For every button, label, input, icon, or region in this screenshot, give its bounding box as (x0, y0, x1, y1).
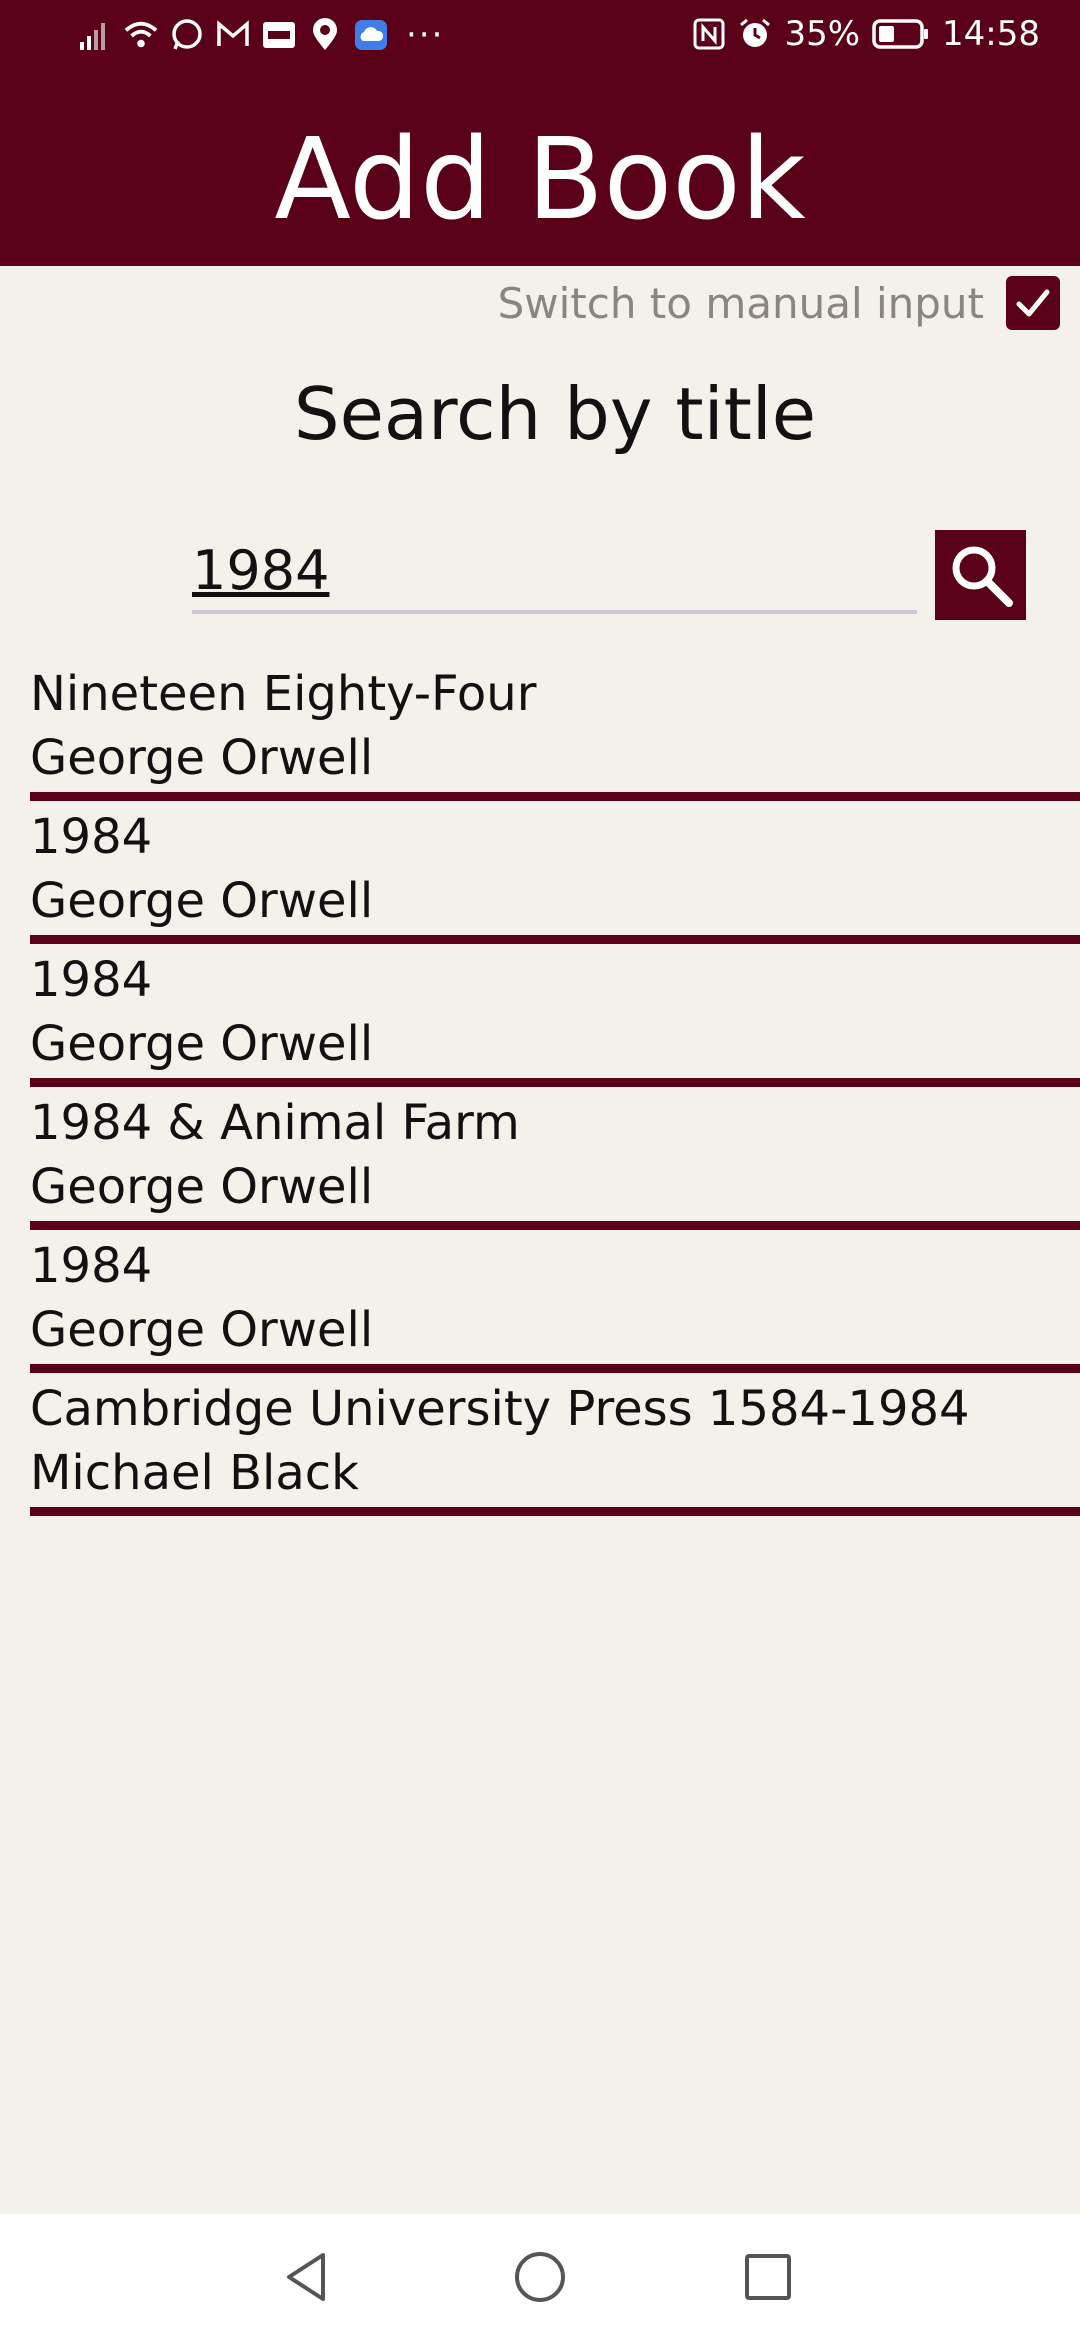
back-triangle-icon (287, 2253, 325, 2301)
result-author: George Orwell (30, 873, 374, 929)
recents-square-icon (745, 2254, 791, 2300)
system-nav-bar (0, 2214, 1080, 2340)
search-results-list: Nineteen Eighty-Four George Orwell 1984 … (30, 662, 1080, 1520)
result-title: 1984 & Animal Farm (30, 1095, 520, 1151)
wifi-icon (124, 18, 158, 52)
result-title: Cambridge University Press 1584-1984 (30, 1381, 970, 1437)
search-icon (952, 546, 1013, 607)
result-item[interactable]: 1984 George Orwell (30, 948, 1080, 1087)
result-author: Michael Black (30, 1445, 359, 1501)
result-title: Nineteen Eighty-Four (30, 666, 537, 722)
search-section-title: Search by title (293, 372, 817, 456)
recents-button[interactable] (733, 2242, 803, 2312)
location-icon (308, 18, 342, 52)
status-bar: ··· 35% 14:58 (0, 0, 1080, 76)
result-title: 1984 (30, 1238, 153, 1294)
back-button[interactable] (272, 2242, 342, 2312)
search-input[interactable] (192, 530, 917, 614)
gmail-icon (216, 18, 250, 52)
status-left: ··· (78, 18, 444, 52)
result-title: 1984 (30, 809, 153, 865)
result-author: George Orwell (30, 1302, 374, 1358)
result-author: George Orwell (30, 1159, 374, 1215)
nfc-icon (692, 17, 726, 51)
mal-icon (262, 18, 296, 52)
home-button[interactable] (505, 2242, 575, 2312)
result-author: George Orwell (30, 1016, 374, 1072)
signal-icon (78, 18, 112, 52)
app-bar: ··· 35% 14:58 Add Book (0, 0, 1080, 266)
home-circle-icon (515, 2252, 565, 2302)
result-item[interactable]: Cambridge University Press 1584-1984 Mic… (30, 1377, 1080, 1516)
result-author: George Orwell (30, 730, 374, 786)
clock: 14:58 (942, 14, 1040, 54)
more-notifications-icon: ··· (406, 15, 445, 55)
result-item[interactable]: 1984 & Animal Farm George Orwell (30, 1091, 1080, 1230)
checkmark-icon (1016, 289, 1050, 317)
whatsapp-icon (170, 18, 204, 52)
result-item[interactable]: Nineteen Eighty-Four George Orwell (30, 662, 1080, 801)
battery-icon (872, 17, 930, 51)
alarm-icon (738, 17, 772, 51)
manual-input-toggle-row[interactable]: Switch to manual input (498, 268, 1060, 338)
result-title: 1984 (30, 952, 153, 1008)
result-item[interactable]: 1984 George Orwell (30, 805, 1080, 944)
search-button[interactable] (935, 530, 1026, 620)
result-item[interactable]: 1984 George Orwell (30, 1234, 1080, 1373)
page-title: Add Book (274, 115, 806, 245)
cloud-icon (354, 18, 388, 52)
status-right: 35% 14:58 (692, 14, 1040, 54)
manual-input-checkbox[interactable] (1006, 276, 1060, 330)
manual-input-label: Switch to manual input (497, 278, 984, 328)
battery-percent: 35% (784, 14, 861, 54)
